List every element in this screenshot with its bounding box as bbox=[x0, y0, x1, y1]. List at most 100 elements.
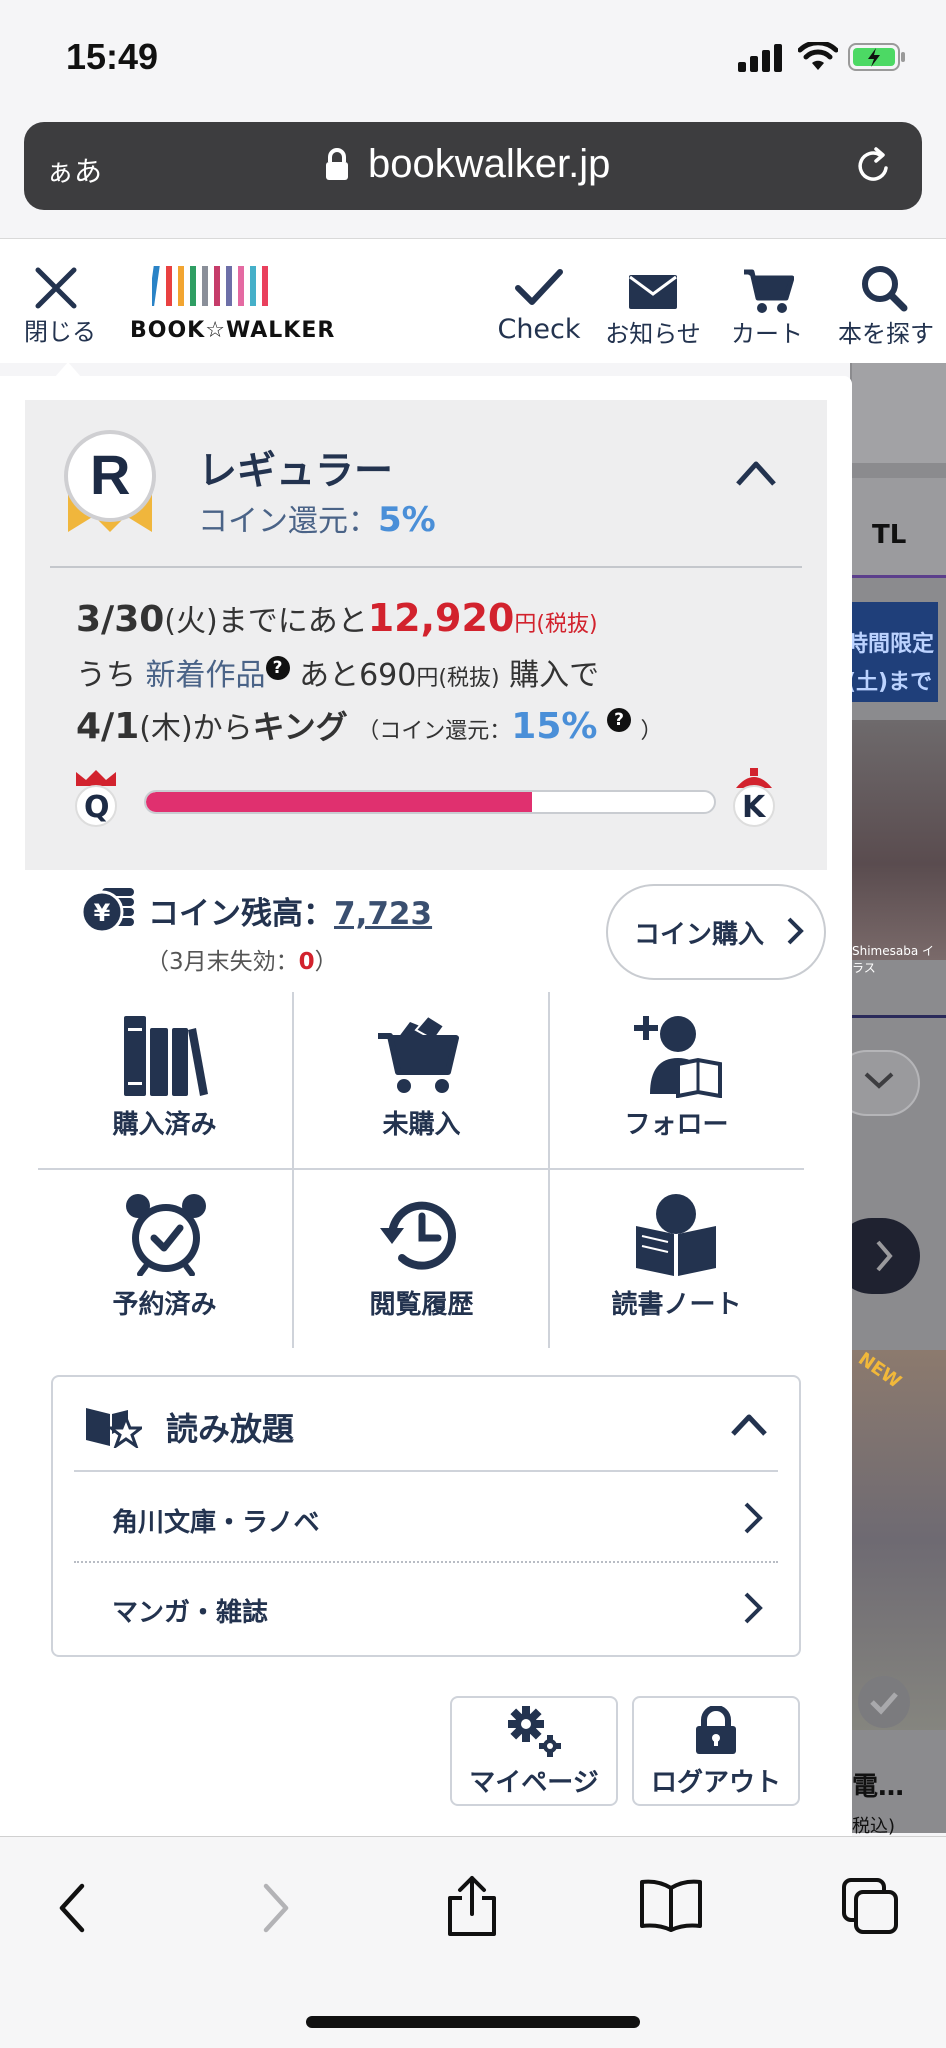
coin-expire-suffix: ） bbox=[314, 949, 338, 975]
history-icon bbox=[378, 1194, 462, 1278]
chevron-right-icon bbox=[742, 1590, 764, 1626]
chevron-right-icon bbox=[742, 1500, 764, 1536]
rank-new-line: うち 新着作品? あと690円(税抜) 購入で bbox=[76, 650, 599, 694]
bg-price: 税込) bbox=[852, 1816, 896, 1837]
deadline-date: 3/30 bbox=[76, 599, 165, 640]
svg-text:¥: ¥ bbox=[94, 899, 111, 927]
follow-icon bbox=[632, 1014, 722, 1098]
coin-buy-label[interactable]: コイン購入 bbox=[634, 914, 764, 951]
mypage-label[interactable]: マイページ bbox=[450, 1762, 618, 1799]
books-icon bbox=[122, 1014, 208, 1098]
menu-reading-note-label[interactable]: 読書ノート bbox=[549, 1284, 804, 1321]
check-icon[interactable] bbox=[514, 266, 564, 310]
logo-text[interactable]: BOOK☆WALKER bbox=[130, 318, 335, 343]
menu-reserved-label[interactable]: 予約済み bbox=[37, 1284, 292, 1321]
collapse-chevron-up-icon[interactable] bbox=[734, 458, 778, 488]
cart-books-icon bbox=[376, 1016, 466, 1096]
deadline-day: (火) bbox=[164, 604, 218, 639]
check-button[interactable]: Check bbox=[490, 314, 588, 345]
mail-icon[interactable] bbox=[628, 274, 678, 310]
bg-chevron-right-icon bbox=[874, 1238, 894, 1274]
rank-next-line: 4/1(木)からキング （コイン還元：15% ? ） bbox=[76, 702, 663, 748]
bg-header-strip bbox=[852, 363, 946, 463]
next-day: (木) bbox=[139, 711, 193, 746]
next-date: 4/1 bbox=[76, 706, 140, 747]
rank-coin-return: コイン還元：5% bbox=[198, 496, 436, 540]
menu-history-label[interactable]: 閲覧履歴 bbox=[294, 1284, 549, 1321]
next-rank: キング bbox=[252, 708, 348, 746]
new-unit: 円(税抜) bbox=[416, 666, 500, 691]
menu-follow-label[interactable]: フォロー bbox=[549, 1104, 804, 1141]
cart-icon[interactable] bbox=[742, 268, 794, 314]
new-works-link[interactable]: 新着作品 bbox=[146, 658, 266, 693]
reload-icon[interactable] bbox=[852, 144, 896, 188]
wifi-icon bbox=[798, 42, 838, 72]
rank-divider bbox=[50, 566, 802, 568]
gear-icon bbox=[506, 1704, 566, 1760]
bg-credit: Shimesaba イラス bbox=[852, 944, 935, 975]
bg-title: 電… bbox=[852, 1772, 905, 1802]
rank-progress-bar bbox=[144, 790, 716, 814]
url-text: bookwalker.jp bbox=[368, 142, 611, 186]
home-indicator bbox=[306, 2016, 640, 2028]
rank-coin-return-value: 5% bbox=[378, 500, 436, 540]
lock-icon bbox=[324, 148, 350, 182]
close-icon[interactable] bbox=[34, 266, 78, 310]
yomihodai-item-bunko-label[interactable]: 角川文庫・ラノベ bbox=[112, 1502, 319, 1539]
reader-options-button[interactable]: ぁあ bbox=[46, 150, 102, 190]
reading-person-icon bbox=[634, 1192, 718, 1276]
forward-icon[interactable] bbox=[260, 1882, 292, 1934]
yomihodai-item-manga-label[interactable]: マンガ・雑誌 bbox=[112, 1592, 268, 1629]
rank-badge-letter: R bbox=[90, 443, 131, 506]
bg-banner-line2: (土)まで bbox=[846, 670, 933, 695]
search-icon[interactable] bbox=[860, 264, 908, 312]
alarm-clock-icon bbox=[124, 1192, 208, 1276]
yomihodai-chevron-up-icon[interactable] bbox=[730, 1412, 768, 1438]
coin-balance: コイン残高：7,723 bbox=[148, 888, 432, 933]
logo-stripes[interactable] bbox=[152, 264, 270, 308]
bg-tab-tl: TL bbox=[872, 520, 907, 550]
new-prefix: うち bbox=[76, 658, 136, 693]
yomihodai-divider bbox=[74, 1470, 778, 1472]
rank-title: レギュラー bbox=[198, 449, 394, 494]
menu-unpurchased-label[interactable]: 未購入 bbox=[294, 1104, 549, 1141]
yomihodai-title[interactable]: 読み放題 bbox=[166, 1404, 294, 1450]
book-star-icon bbox=[84, 1404, 142, 1448]
share-icon[interactable] bbox=[444, 1874, 500, 1938]
next-coin-close: ） bbox=[640, 719, 663, 744]
rank-progress-fill bbox=[146, 792, 533, 812]
back-icon[interactable] bbox=[56, 1882, 88, 1934]
bg-divider bbox=[852, 1015, 946, 1018]
coin-balance-label: コイン残高： bbox=[148, 896, 334, 932]
remaining-unit: 円(税抜) bbox=[514, 612, 598, 637]
bookmarks-icon[interactable] bbox=[638, 1878, 704, 1932]
signal-icon bbox=[738, 44, 784, 72]
status-time: 15:49 bbox=[66, 36, 159, 77]
lock-icon bbox=[692, 1706, 740, 1756]
next-text: から bbox=[192, 711, 253, 746]
bg-book-cover bbox=[852, 720, 946, 960]
tabs-icon[interactable] bbox=[840, 1876, 900, 1936]
battery-icon bbox=[848, 42, 906, 72]
coin-balance-value[interactable]: 7,723 bbox=[334, 896, 432, 932]
progress-start-letter: Q bbox=[84, 790, 110, 825]
search-button[interactable]: 本を探す bbox=[830, 314, 942, 349]
rank-deadline-line: 3/30(火)までにあと12,920円(税抜) bbox=[76, 596, 598, 640]
menu-purchased-label[interactable]: 購入済み bbox=[37, 1104, 292, 1141]
cart-button[interactable]: カート bbox=[720, 314, 814, 349]
coin-expire-prefix: （3月末失効： bbox=[146, 949, 299, 975]
deadline-text: までにあと bbox=[217, 604, 368, 639]
logout-label[interactable]: ログアウト bbox=[632, 1762, 800, 1799]
bg-banner-line1: 時間限定 bbox=[846, 632, 935, 657]
rank-coin-return-label: コイン還元： bbox=[198, 504, 378, 539]
yomihodai-dotted-divider bbox=[74, 1561, 778, 1563]
news-button[interactable]: お知らせ bbox=[600, 314, 706, 349]
coin-stack-icon: ¥ bbox=[80, 884, 136, 936]
new-works-help-icon[interactable]: ? bbox=[265, 656, 290, 680]
new-remaining: あと690 bbox=[299, 658, 417, 693]
bg-check-icon bbox=[858, 1676, 910, 1728]
close-button[interactable]: 閉じる bbox=[20, 312, 100, 347]
next-coin-help-icon[interactable]: ? bbox=[607, 708, 631, 732]
coin-expire-value: 0 bbox=[298, 949, 315, 975]
next-coin-value: 15% bbox=[511, 706, 598, 747]
